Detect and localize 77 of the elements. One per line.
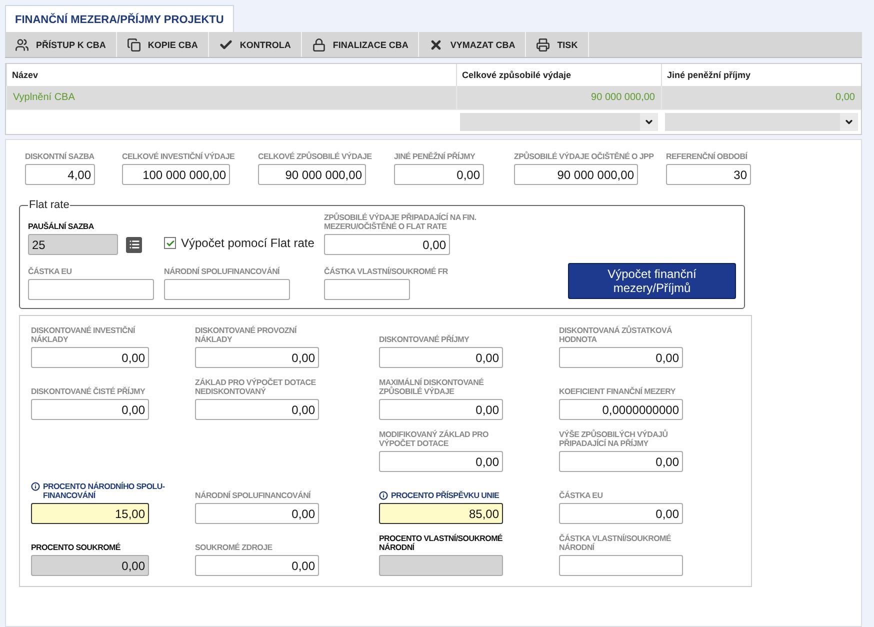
field-label: PROCENTO VLASTNÍ/SOUKROMÉ NÁRODNÍ [379,534,504,552]
field-label: NÁRODNÍ SPOLUFINANCOVÁNÍ [195,491,310,500]
field-label: MAXIMÁLNÍ DISKONTOVANÉ ZPŮSOBILÉ VÝDAJE [379,378,485,396]
info-icon [379,491,388,500]
input-field[interactable]: 90 000 000,00 [258,164,366,185]
input-field[interactable]: 0,00 [324,234,450,255]
input-field[interactable]: 0,00 [559,347,683,368]
input-field[interactable]: 0,00 [379,451,503,472]
input-field[interactable]: 0,00 [379,347,503,368]
input-field[interactable]: 0,00 [31,347,149,368]
input-field[interactable]: 4,00 [25,164,95,185]
field-label: MODIFIKOVANÝ ZÁKLAD PRO VÝPOČET DOTACE [379,430,490,448]
field-label: DISKONTOVANÉ INVESTIČNÍ NÁKLADY [31,326,136,344]
input-field[interactable]: 100 000 000,00 [122,164,230,185]
list-button[interactable] [126,236,142,252]
field-label: VÝŠE ZPŮSOBILÝCH VÝDAJŮ PŘIPADAJÍCÍ NA PŘÍJMY [559,430,669,448]
field-label: KOEFICIENT FINANČNÍ MEZERY [559,387,676,396]
input-field[interactable] [324,279,410,300]
input-field[interactable] [559,555,683,576]
caret-icon [644,117,654,127]
input-field[interactable]: 90 000 000,00 [514,164,638,185]
field-label: ČÁSTKA VLASTNÍ/SOUKROMÉ FR [324,267,448,276]
field-label: ZPŮSOBILÉ VÝDAJE PŘIPADAJÍCÍ NA FIN. MEZERU/OČIŠTĚNÉ O FLAT RATE [324,213,478,231]
caret-icon [844,117,854,127]
list-icon [128,239,140,250]
input-field[interactable]: 0,00 [559,503,683,524]
field-label: DISKONTOVANÉ PŘÍJMY [379,335,470,344]
input-field[interactable]: 0,00 [559,451,683,472]
input-field[interactable]: 0,00 [379,399,503,420]
field-label: PROCENTO SOUKROMÉ [31,543,120,552]
info-icon [31,482,40,491]
field-label: PROCENTO NÁRODNÍHO SPOLU-FINANCOVÁNÍ [43,482,166,500]
input-field[interactable] [379,555,503,576]
field-label: PAUŠÁLNÍ SAZBA [28,222,94,231]
checkbox-box[interactable] [164,237,176,249]
field-label: ČÁSTKA VLASTNÍ/SOUKROMÉ NÁRODNÍ [559,534,672,552]
input-field[interactable]: 0,00 [31,555,149,576]
field-label: PROCENTO PŘÍSPĚVKU UNIE [391,491,500,500]
checkbox[interactable]: Výpočet pomocí Flat rate [164,236,324,250]
field-label: JINÉ PENĚŽNÍ PŘÍJMY [394,152,475,161]
lock-icon [312,38,326,52]
field-label: DISKONTNÍ SAZBA [25,152,94,161]
close-icon [429,38,444,52]
field-label: DISKONTOVANÉ ČISTÉ PŘÍJMY [31,387,146,396]
check-icon [218,38,233,52]
field-label: ČÁSTKA EU [559,491,603,500]
input-field[interactable]: 0,00 [31,399,149,420]
input-field[interactable]: 30 [666,164,751,185]
users-icon [15,38,29,52]
field-label: CELKOVÉ ZPŮSOBILÉ VÝDAJE [258,152,372,161]
field-label: NÁRODNÍ SPOLUFINANCOVÁNÍ [164,267,280,276]
input-field[interactable]: 0,0000000000 [559,399,683,420]
checkbox-label: Výpočet pomocí Flat rate [181,236,314,250]
input-field[interactable]: 15,00 [31,503,149,524]
printer-icon [536,38,550,52]
input-field[interactable]: 0,00 [195,399,319,420]
group-legend: Flat rate [28,199,70,211]
field-label: DISKONTOVANÁ ZŮSTATKOVÁ HODNOTA [559,326,673,344]
copy-icon [126,38,141,52]
input-field[interactable] [164,279,290,300]
field-label: ZPŮSOBILÉ VÝDAJE OČIŠTĚNÉ O JPP [514,152,654,161]
field-label: SOUKROMÉ ZDROJE [195,543,272,552]
calculate-button[interactable]: Výpočet finanční mezery/Příjmů [568,263,736,299]
field-label: ZÁKLAD PRO VÝPOČET DOTACE NEDISKONTOVANÝ [195,378,317,396]
input-field[interactable] [28,279,154,300]
input-field[interactable]: 0,00 [195,555,319,576]
input-field[interactable]: 0,00 [195,347,319,368]
input-field[interactable]: 0,00 [394,164,484,185]
input-field[interactable]: 85,00 [379,503,503,524]
field-label: REFERENČNÍ OBDOBÍ [666,152,748,161]
tab[interactable]: FINANČNÍ MEZERA/PŘÍJMY PROJEKTU [5,5,234,32]
field-label: DISKONTOVANÉ PROVOZNÍ NÁKLADY [195,326,298,344]
check-icon [166,238,174,248]
field-label: CELKOVÉ INVESTIČNÍ VÝDAJE [122,152,235,161]
input-field[interactable]: 0,00 [195,503,319,524]
input-field[interactable]: 25 [28,234,118,255]
field-label: ČÁSTKA EU [28,267,72,276]
